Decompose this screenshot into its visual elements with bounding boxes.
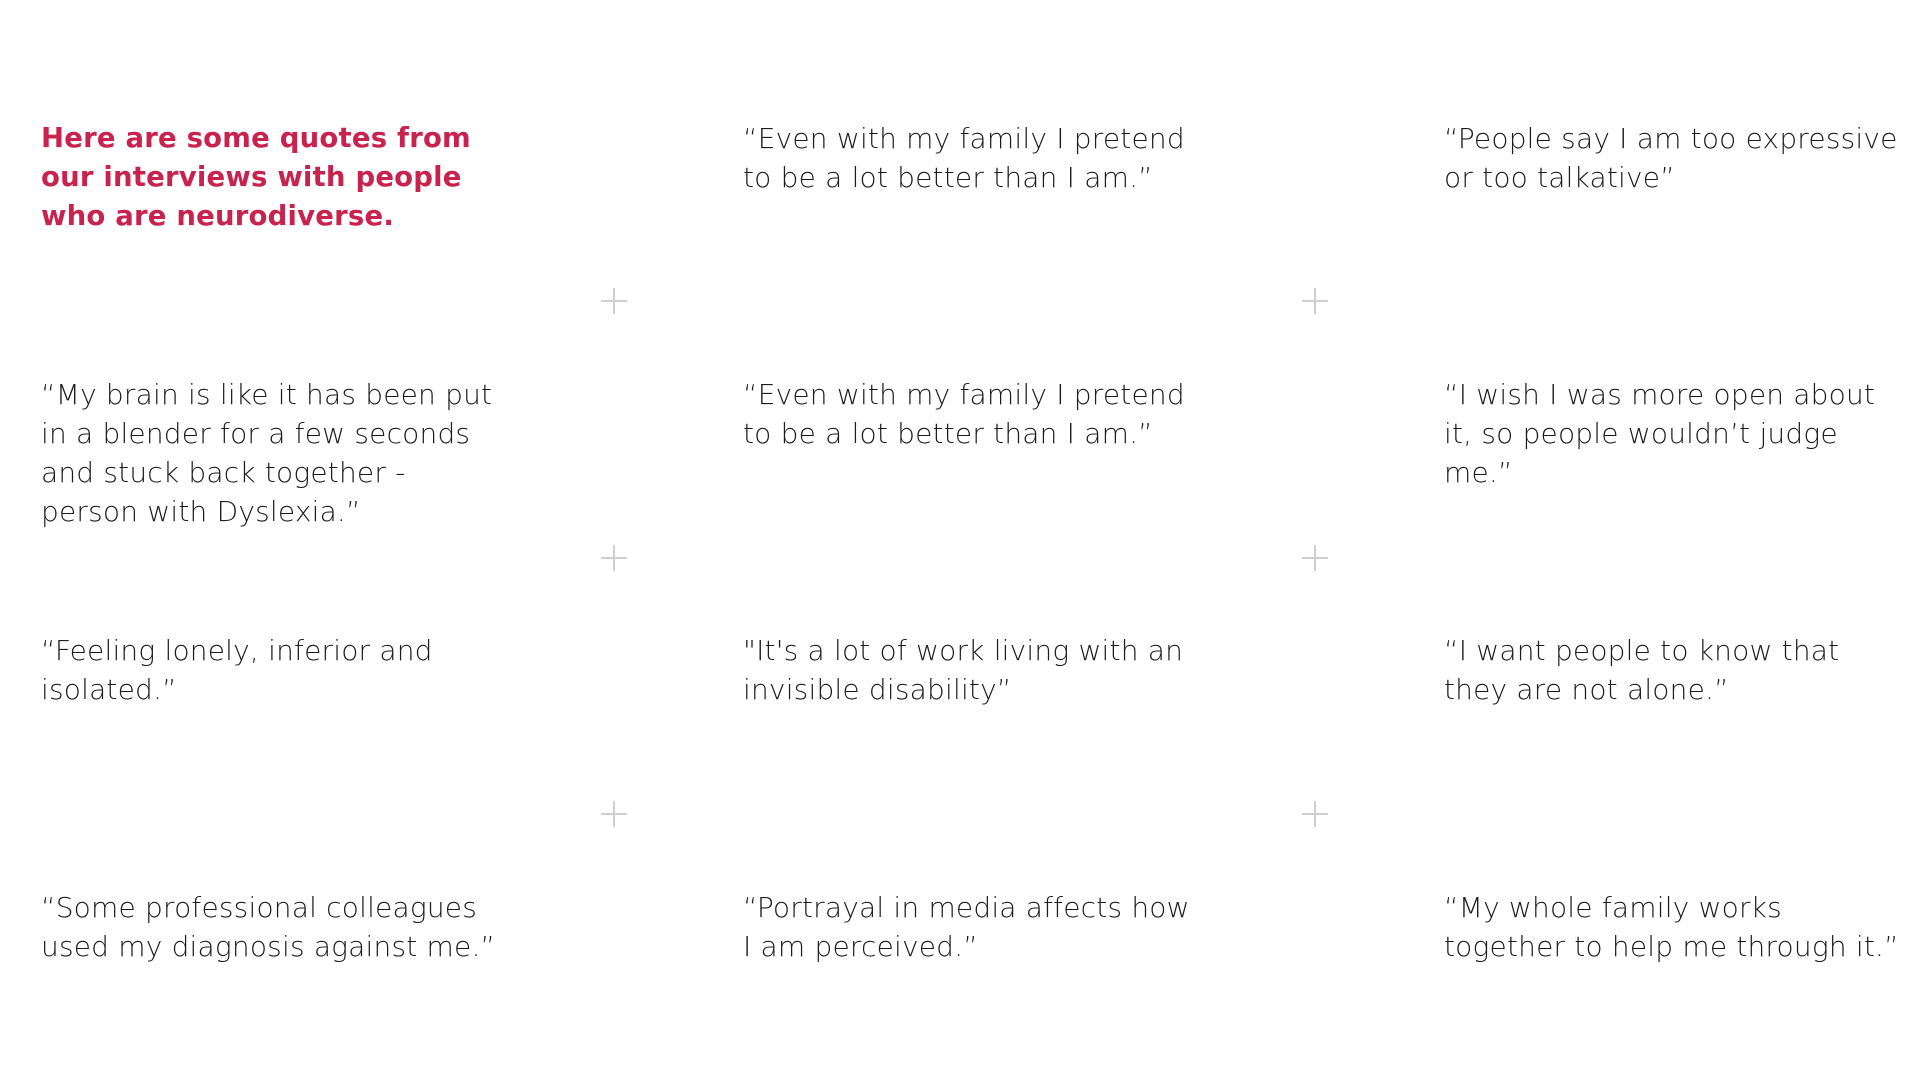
quote-item: “My whole family works together to help … <box>1444 891 1899 963</box>
quotes-grid: Here are some quotes from our interviews… <box>0 0 1920 1080</box>
quote-item: "It's a lot of work living with an invis… <box>743 634 1184 706</box>
quote-item: “Even with my family I pretend to be a l… <box>743 378 1185 450</box>
quote-item: “People say I am too expressive or too t… <box>1444 122 1898 194</box>
quote-item: “My brain is like it has been put in a b… <box>41 378 493 528</box>
quote-item: “Portrayal in media affects how I am per… <box>743 891 1190 963</box>
plus-divider-icon <box>601 545 627 571</box>
plus-divider-icon <box>1302 801 1328 827</box>
plus-divider-icon <box>1302 545 1328 571</box>
quote-item: “I want people to know that they are not… <box>1444 634 1840 706</box>
intro-heading: Here are some quotes from our interviews… <box>41 122 471 232</box>
quote-item: “Even with my family I pretend to be a l… <box>743 122 1185 194</box>
plus-divider-icon <box>601 288 627 314</box>
quote-item: “I wish I was more open about it, so peo… <box>1444 378 1876 489</box>
plus-divider-icon <box>1302 288 1328 314</box>
quote-item: “Feeling lonely, inferior and isolated.” <box>41 634 433 706</box>
plus-divider-icon <box>601 801 627 827</box>
quote-item: “Some professional colleagues used my di… <box>41 891 496 963</box>
